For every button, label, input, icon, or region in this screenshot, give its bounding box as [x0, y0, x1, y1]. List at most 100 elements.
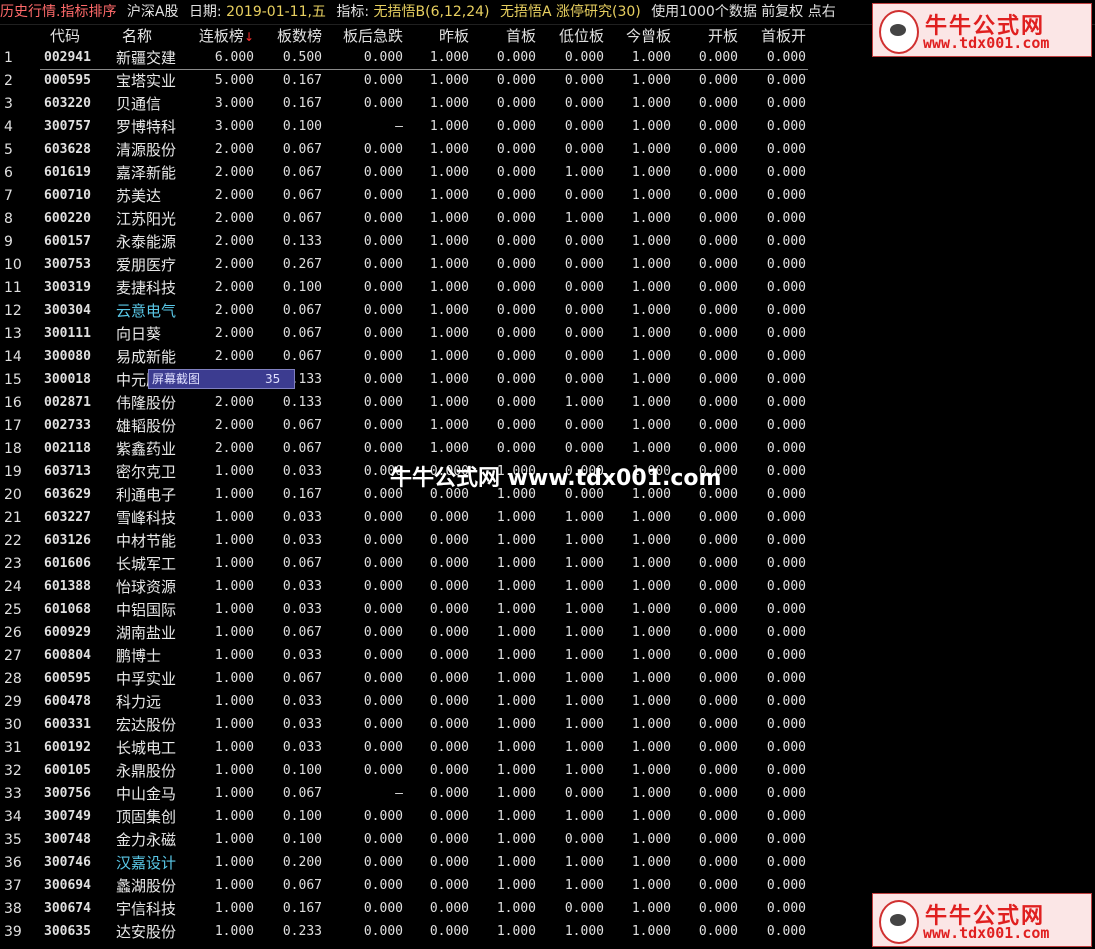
row-index: 10: [4, 257, 22, 273]
table-row[interactable]: 14 300080 易成新能 2.000 0.067 0.000 1.000 0.000 0.0…: [0, 346, 810, 369]
table-row[interactable]: 22 603126 中材节能 1.000 0.033 0.000 0.000 1.000 1.0…: [0, 530, 810, 553]
value-cell: 2.000: [214, 280, 254, 295]
stock-name: 永泰能源: [116, 233, 177, 251]
value-cell: 0.000: [698, 510, 738, 525]
value-cell: 1.000: [631, 395, 671, 410]
value-cell: 0.067: [282, 326, 322, 341]
market-label[interactable]: 沪深A股: [127, 4, 179, 20]
value-cell: 1.000: [429, 372, 469, 387]
stock-code: 601619: [44, 165, 91, 180]
table-row[interactable]: 23 601606 长城军工 1.000 0.067 0.000 0.000 1.000 1.0…: [0, 553, 810, 576]
value-cell: 2.000: [214, 349, 254, 364]
value-cell: 1.000: [631, 533, 671, 548]
value-cell: 0.000: [766, 924, 806, 939]
row-index: 7: [4, 188, 13, 204]
table-row[interactable]: 26 600929 湖南盐业 1.000 0.067 0.000 0.000 1.000 1.0…: [0, 622, 810, 645]
table-row[interactable]: 16 002871 伟隆股份 2.000 0.133 0.000 1.000 0.000 1.0…: [0, 392, 810, 415]
table-row[interactable]: 7 600710 苏美达 2.000 0.067 0.000 1.000 0.000 0.000…: [0, 185, 810, 208]
table-row[interactable]: 3 603220 贝通信 3.000 0.167 0.000 1.000 0.000 0.000…: [0, 93, 810, 116]
col-header-code[interactable]: 代码: [50, 25, 112, 47]
stock-code: 300756: [44, 786, 91, 801]
table-row[interactable]: 28 600595 中孚实业 1.000 0.067 0.000 0.000 1.000 1.0…: [0, 668, 810, 691]
value-cell: 0.000: [496, 349, 536, 364]
table-row[interactable]: 13 300111 向日葵 2.000 0.067 0.000 1.000 0.000 0.00…: [0, 323, 810, 346]
col-header-jincengban[interactable]: 今曾板: [612, 25, 671, 47]
formula-name[interactable]: 无捂悟A 涨停研究(30): [500, 4, 641, 20]
table-row[interactable]: 30 600331 宏达股份 1.000 0.033 0.000 0.000 1.000 1.0…: [0, 714, 810, 737]
value-cell: 1.000: [564, 740, 604, 755]
value-cell: 1.000: [429, 280, 469, 295]
table-row[interactable]: 10 300753 爱朋医疗 2.000 0.267 0.000 1.000 0.000 0.0…: [0, 254, 810, 277]
stock-code: 600220: [44, 211, 91, 226]
value-cell: 0.000: [429, 625, 469, 640]
table-row[interactable]: 31 600192 长城电工 1.000 0.033 0.000 0.000 1.000 1.0…: [0, 737, 810, 760]
table-row[interactable]: 1 002941 新疆交建 6.000 0.500 0.000 1.000 0.000 0.00…: [0, 47, 810, 70]
options-text[interactable]: 使用1000个数据 前复权 点右: [651, 4, 836, 20]
col-header-banhoujidie[interactable]: 板后急跌: [330, 25, 403, 47]
value-cell: 2.000: [214, 211, 254, 226]
col-header-zuoban[interactable]: 昨板: [410, 25, 469, 47]
table-row[interactable]: 33 300756 中山金马 1.000 0.067 – 0.000 1.000 0.000 1.…: [0, 783, 810, 806]
value-cell: 0.000: [363, 510, 403, 525]
table-row[interactable]: 4 300757 罗博特科 3.000 0.100 – 1.000 0.000 0.000 1.0…: [0, 116, 810, 139]
value-cell: 0.000: [496, 372, 536, 387]
col-header-lianban[interactable]: 连板榜↓: [190, 25, 254, 47]
table-row[interactable]: 8 600220 江苏阳光 2.000 0.067 0.000 1.000 0.000 1.00…: [0, 208, 810, 231]
row-index: 34: [4, 809, 22, 825]
table-row[interactable]: 27 600804 鹏博士 1.000 0.033 0.000 0.000 1.000 1.00…: [0, 645, 810, 668]
table-row[interactable]: 18 002118 紫鑫药业 2.000 0.067 0.000 1.000 0.000 0.0…: [0, 438, 810, 461]
stock-name: 中山金马: [116, 785, 177, 803]
value-cell: 0.000: [429, 602, 469, 617]
col-header-diweiban[interactable]: 低位板: [545, 25, 604, 47]
table-row[interactable]: 6 601619 嘉泽新能 2.000 0.067 0.000 1.000 0.000 1.00…: [0, 162, 810, 185]
indicator-value[interactable]: 无捂悟B(6,12,24): [374, 4, 490, 20]
table-row[interactable]: 15300018中元股份2.0000.1330.0001.0000.0000.0…: [0, 369, 810, 392]
table-header: 代码 名称 连板榜↓ 板数榜 板后急跌 昨板 首板 低位板 今曾板 开板 首板开: [0, 25, 810, 47]
value-cell: 0.000: [698, 533, 738, 548]
table-row[interactable]: 29 600478 科力远 1.000 0.033 0.000 0.000 1.000 1.00…: [0, 691, 810, 714]
table-row[interactable]: 25 601068 中铝国际 1.000 0.033 0.000 0.000 1.000 1.0…: [0, 599, 810, 622]
row-index: 22: [4, 533, 22, 549]
row-index: 5: [4, 142, 13, 158]
value-cell: 0.000: [766, 326, 806, 341]
table-row[interactable]: 24 601388 怡球资源 1.000 0.033 0.000 0.000 1.000 1.0…: [0, 576, 810, 599]
value-cell: 1.000: [564, 510, 604, 525]
stock-code: 300746: [44, 855, 91, 870]
table-row[interactable]: 2 000595 宝塔实业 5.000 0.167 0.000 1.000 0.000 0.00…: [0, 70, 810, 93]
value-cell: 0.000: [766, 464, 806, 479]
table-row[interactable]: 35 300748 金力永磁 1.000 0.100 0.000 0.000 1.000 0.0…: [0, 829, 810, 852]
col-header-banshu[interactable]: 板数榜: [262, 25, 322, 47]
col-header-shoubankai[interactable]: 首板开: [746, 25, 806, 47]
table-row[interactable]: 9 600157 永泰能源 2.000 0.133 0.000 1.000 0.000 0.00…: [0, 231, 810, 254]
table-row[interactable]: 34 300749 顶固集创 1.000 0.100 0.000 0.000 1.000 1.0…: [0, 806, 810, 829]
cow-mascot-icon: [879, 900, 919, 944]
table-row[interactable]: 12 300304 云意电气 2.000 0.067 0.000 1.000 0.000 0.0…: [0, 300, 810, 323]
value-cell: 1.000: [631, 418, 671, 433]
table-row[interactable]: 11 300319 麦捷科技 2.000 0.100 0.000 1.000 0.000 0.0…: [0, 277, 810, 300]
value-cell: 0.067: [282, 165, 322, 180]
value-cell: 0.000: [429, 878, 469, 893]
table-row[interactable]: 17 002733 雄韬股份 2.000 0.067 0.000 1.000 0.000 0.0…: [0, 415, 810, 438]
table-row[interactable]: 5 603628 清源股份 2.000 0.067 0.000 1.000 0.000 0.00…: [0, 139, 810, 162]
value-cell: 0.000: [496, 280, 536, 295]
table-row[interactable]: 39 300635 达安股份 1.000 0.233 0.000 0.000 1.000 1.0…: [0, 921, 810, 944]
table-row[interactable]: 37 300694 蠡湖股份 1.000 0.067 0.000 0.000 1.000 1.0…: [0, 875, 810, 898]
value-cell: 0.000: [429, 855, 469, 870]
value-cell: 0.000: [564, 786, 604, 801]
col-header-shouban[interactable]: 首板: [478, 25, 536, 47]
breadcrumb[interactable]: 历史行情.指标排序: [0, 4, 116, 20]
stock-name: 怡球资源: [116, 578, 177, 596]
value-cell: 0.000: [698, 395, 738, 410]
table-row[interactable]: 38 300674 宇信科技 1.000 0.167 0.000 0.000 1.000 0.0…: [0, 898, 810, 921]
value-cell: 0.033: [282, 740, 322, 755]
value-cell: 0.000: [698, 556, 738, 571]
value-cell: 1.000: [564, 602, 604, 617]
table-row[interactable]: 36 300746 汉嘉设计 1.000 0.200 0.000 0.000 1.000 1.0…: [0, 852, 810, 875]
value-cell: 0.000: [766, 119, 806, 134]
value-cell: 0.000: [363, 50, 403, 65]
date-value[interactable]: 2019-01-11,五: [226, 4, 326, 20]
table-row[interactable]: 32 600105 永鼎股份 1.000 0.100 0.000 0.000 1.000 1.0…: [0, 760, 810, 783]
table-row[interactable]: 21 603227 雪峰科技 1.000 0.033 0.000 0.000 1.000 1.0…: [0, 507, 810, 530]
value-cell: 0.000: [429, 717, 469, 732]
col-header-kaiban[interactable]: 开板: [678, 25, 738, 47]
